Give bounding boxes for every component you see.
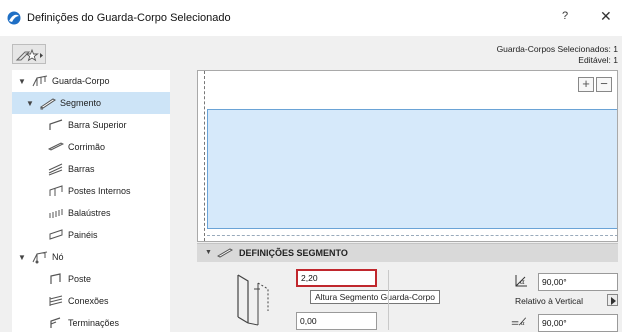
post-icon: [50, 273, 61, 284]
balusters-icon: [49, 209, 63, 218]
segment-preview-area: [207, 109, 617, 229]
tree-item-poste[interactable]: Poste: [12, 268, 170, 290]
tree-item-label: Painéis: [68, 230, 98, 240]
handrail-icon: [48, 142, 64, 151]
endings-icon: [50, 317, 61, 328]
tree-item-terminacoes[interactable]: Terminações: [12, 312, 170, 332]
tree-item-label: Segmento: [60, 98, 102, 108]
window-title: Definições do Guarda-Corpo Selecionado: [27, 12, 231, 24]
chevron-down-icon[interactable]: ▼: [26, 99, 34, 108]
relative-vertical-dropdown-button[interactable]: [607, 294, 618, 306]
tree-item-paineis[interactable]: Painéis: [12, 224, 170, 246]
segment-height-diagram-icon: [237, 274, 269, 326]
title-bar: Definições do Guarda-Corpo Selecionado ?…: [0, 0, 622, 36]
panels-icon: [49, 229, 63, 240]
tree-item-no[interactable]: ▼ Nó: [12, 246, 170, 268]
angle-input-2[interactable]: 90,00°: [538, 314, 618, 332]
tree-item-barra-superior[interactable]: Barra Superior: [12, 114, 170, 136]
favorites-button[interactable]: [12, 44, 46, 64]
railing-icon: [32, 75, 48, 87]
archicad-app-icon: [7, 11, 21, 25]
svg-text:α: α: [520, 278, 525, 286]
close-button[interactable]: ✕: [600, 8, 612, 25]
help-button[interactable]: ?: [562, 10, 568, 22]
angle-input-1[interactable]: 90,00°: [538, 273, 618, 291]
tree-item-label: Corrimão: [68, 142, 106, 152]
node-icon: [32, 251, 48, 264]
zoom-in-button[interactable]: +: [578, 77, 594, 92]
section-title: DEFINIÇÕES SEGMENTO: [239, 248, 348, 258]
tree-item-corrimao[interactable]: Corrimão: [12, 136, 170, 158]
selected-count-label: Guarda-Corpos Selecionados: 1: [496, 44, 618, 54]
railing-preview[interactable]: + −: [197, 70, 618, 242]
tree-item-label: Nó: [52, 252, 64, 262]
preview-guide-line: [204, 71, 205, 241]
selection-info: Guarda-Corpos Selecionados: 1 Editável: …: [497, 44, 618, 66]
offset-input[interactable]: 0,00: [296, 312, 377, 330]
tree-item-label: Guarda-Corpo: [52, 76, 110, 86]
relative-vertical-label: Relativo à Vertical: [515, 296, 584, 306]
field-separator: [388, 270, 389, 330]
tree-item-conexoes[interactable]: Conexões: [12, 290, 170, 312]
chevron-down-icon[interactable]: ▼: [18, 77, 26, 86]
tree-item-label: Conexões: [68, 296, 109, 306]
preview-baseline: [207, 235, 617, 236]
segment-icon: [40, 98, 56, 110]
tree-item-postes-internos[interactable]: Postes Internos: [12, 180, 170, 202]
collapse-arrow-icon[interactable]: ▼: [205, 249, 212, 256]
segment-height-tooltip: Altura Segmento Guarda-Corpo: [310, 290, 441, 304]
connections-icon: [49, 295, 63, 306]
settings-tree: ▼ Guarda-Corpo ▼ Segmento Barra Superior…: [12, 70, 170, 332]
favorites-star-icon: [15, 48, 43, 62]
tree-item-label: Balaústres: [68, 208, 111, 218]
angle-horizontal-icon: α: [511, 317, 527, 327]
zoom-out-button[interactable]: −: [596, 77, 612, 92]
top-rail-icon: [49, 119, 63, 130]
tree-item-label: Barra Superior: [68, 120, 127, 130]
editable-count-label: Editável: 1: [578, 55, 618, 65]
tree-item-label: Poste: [68, 274, 92, 284]
svg-text:α: α: [521, 321, 525, 327]
rails-icon: [48, 163, 63, 176]
tree-item-barras[interactable]: Barras: [12, 158, 170, 180]
tree-item-guarda-corpo[interactable]: ▼ Guarda-Corpo: [12, 70, 170, 92]
tree-item-balaustres[interactable]: Balaústres: [12, 202, 170, 224]
chevron-down-icon[interactable]: ▼: [18, 253, 26, 262]
angle-icon: α: [515, 275, 527, 287]
tree-item-segmento[interactable]: ▼ Segmento: [12, 92, 170, 114]
tree-item-label: Terminações: [68, 318, 120, 328]
segment-icon: [217, 248, 233, 258]
segment-height-input[interactable]: 2,20: [296, 269, 377, 287]
tree-item-label: Barras: [68, 164, 95, 174]
inner-posts-icon: [49, 185, 63, 196]
tree-item-label: Postes Internos: [68, 186, 131, 196]
segment-settings-header[interactable]: ▼ DEFINIÇÕES SEGMENTO: [197, 243, 618, 262]
